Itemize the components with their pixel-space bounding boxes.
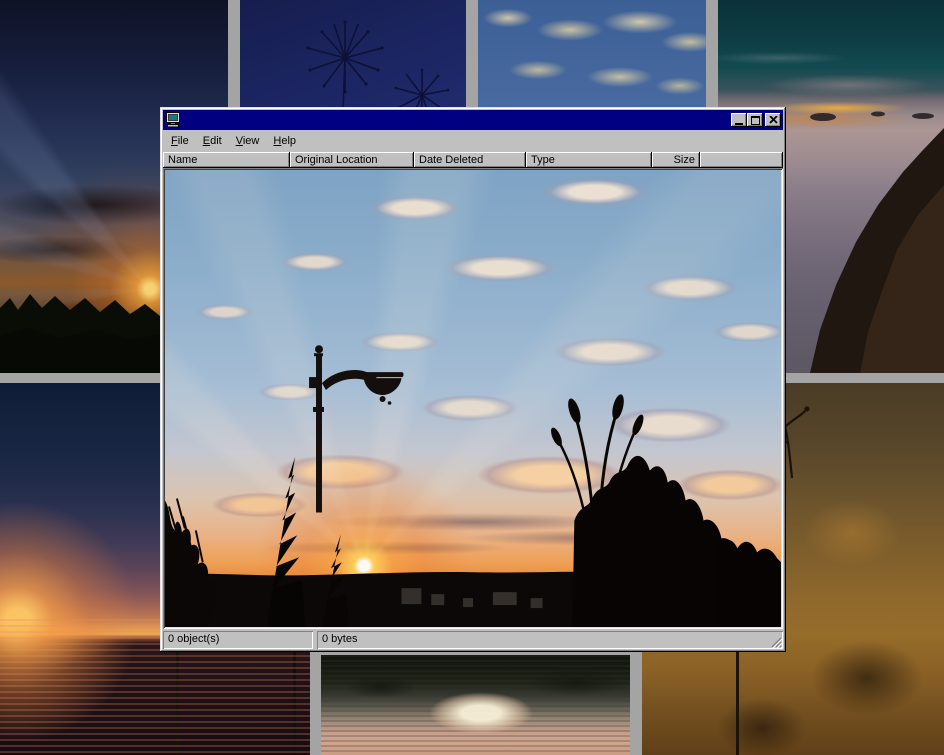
maximize-icon xyxy=(751,116,760,125)
menu-help[interactable]: Help xyxy=(266,133,303,149)
column-header-original-location[interactable]: Original Location xyxy=(290,152,414,168)
status-size: 0 bytes xyxy=(317,631,783,649)
column-header-date-deleted[interactable]: Date Deleted xyxy=(414,152,526,168)
column-header-name[interactable]: Name xyxy=(163,152,290,168)
list-view-area xyxy=(163,168,783,629)
menu-edit[interactable]: Edit xyxy=(196,133,229,149)
close-button[interactable] xyxy=(765,113,781,127)
menu-view[interactable]: View xyxy=(229,133,267,149)
menu-file[interactable]: File xyxy=(164,133,196,149)
resize-grip-icon[interactable] xyxy=(770,636,782,648)
status-size-text: 0 bytes xyxy=(322,633,357,645)
column-header-size[interactable]: Size xyxy=(652,152,700,168)
desktop-photo-collage: { "window": { "title": "", "menu_items":… xyxy=(0,0,944,755)
computer-icon xyxy=(165,112,181,128)
column-header-blank[interactable] xyxy=(700,152,783,168)
column-header-type[interactable]: Type xyxy=(526,152,652,168)
minimize-icon xyxy=(735,123,743,125)
status-bar: 0 object(s) 0 bytes xyxy=(163,631,783,649)
close-icon xyxy=(769,116,778,124)
list-column-headers: Name Original Location Date Deleted Type… xyxy=(163,152,783,168)
pole-silhouette xyxy=(736,650,739,755)
status-object-count: 0 object(s) xyxy=(163,631,313,649)
photo-silhouettes xyxy=(165,170,781,627)
menu-bar: File Edit View Help xyxy=(163,130,783,152)
minimize-button[interactable] xyxy=(731,113,747,127)
street-lamp-silhouette xyxy=(309,345,403,512)
file-list-window: File Edit View Help Name Original Locati… xyxy=(160,107,786,652)
window-controls xyxy=(731,113,781,127)
window-titlebar[interactable] xyxy=(163,110,783,130)
pole-silhouette xyxy=(293,648,296,755)
maximize-button[interactable] xyxy=(747,113,763,127)
sunset-lamp-photo xyxy=(165,170,781,627)
pole-silhouette xyxy=(176,646,179,755)
background-photo-water-reflection xyxy=(321,655,630,755)
